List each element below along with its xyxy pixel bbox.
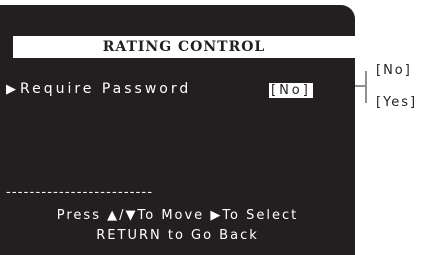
option-yes: [Yes]: [376, 95, 418, 110]
option-no: [No]: [376, 63, 412, 78]
options-connector: [325, 71, 367, 103]
